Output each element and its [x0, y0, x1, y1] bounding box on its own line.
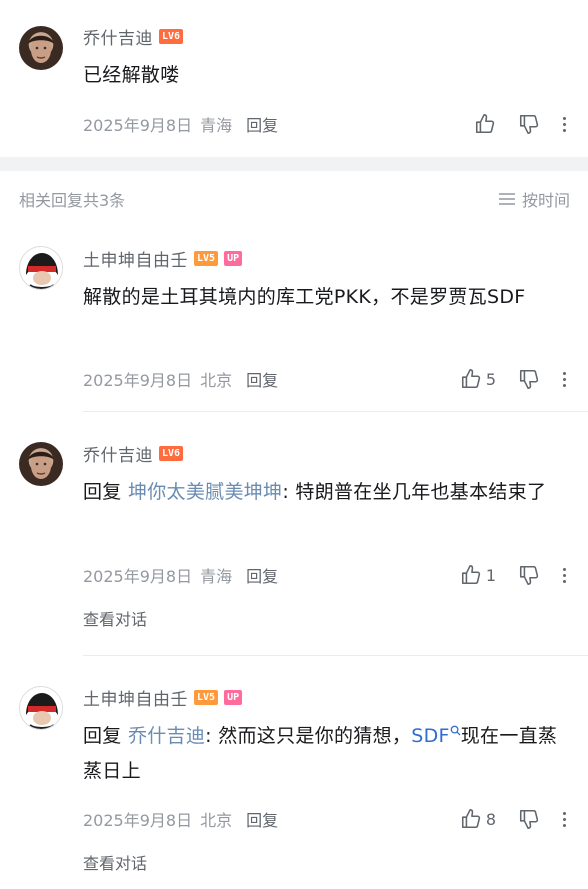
reply-text: 解散的是土耳其境内的库工党PKK，不是罗贾瓦SDF	[83, 286, 526, 308]
more-icon[interactable]	[554, 371, 574, 387]
mention-link[interactable]: 坤你太美腻美坤坤	[128, 481, 282, 503]
search-icon	[450, 725, 461, 736]
reply-actions: 5	[460, 367, 574, 391]
comment-actions	[474, 112, 574, 136]
username[interactable]: 乔什吉迪	[83, 24, 153, 49]
username[interactable]: 土申坤自由壬	[83, 246, 188, 271]
dislike-button[interactable]	[518, 808, 540, 830]
dislike-button[interactable]	[518, 368, 540, 390]
reply-text: 回复 坤你太美腻美坤坤: 特朗普在坐几年也基本结束了	[83, 475, 563, 510]
level-badge: LV5	[194, 689, 219, 705]
more-icon[interactable]	[554, 567, 574, 583]
reply-location: 北京	[200, 371, 233, 390]
reply-date: 2025年9月8日	[83, 371, 193, 390]
reply-actions: 8	[460, 807, 574, 831]
avatar[interactable]	[19, 26, 63, 70]
thumbs-down-icon	[518, 368, 540, 390]
dislike-button[interactable]	[518, 564, 540, 586]
reply-prefix: 回复	[83, 481, 122, 503]
avatar[interactable]	[19, 442, 63, 486]
thumbs-down-icon	[518, 113, 540, 135]
comment-meta: 2025年9月8日 青海 回复	[83, 113, 278, 135]
top-comment: 乔什吉迪 LV6 已经解散喽 2025年9月8日 青海 回复	[0, 0, 588, 157]
thumbs-up-icon	[460, 564, 482, 586]
reply-date: 2025年9月8日	[83, 811, 193, 830]
username[interactable]: 土申坤自由壬	[83, 685, 188, 710]
like-count: 5	[485, 369, 496, 389]
comment-date: 2025年9月8日	[83, 116, 193, 135]
reply-meta: 2025年9月8日 青海 回复	[83, 564, 278, 586]
thumbs-up-icon	[474, 113, 496, 135]
dislike-button[interactable]	[518, 113, 540, 135]
reply-button[interactable]: 回复	[246, 807, 278, 831]
thumbs-down-icon	[518, 808, 540, 830]
like-button[interactable]: 8	[460, 808, 496, 830]
up-badge: UP	[224, 250, 243, 266]
level-badge: LV6	[159, 445, 184, 461]
like-button[interactable]: 1	[460, 564, 496, 586]
comment-text: 已经解散喽	[83, 64, 180, 86]
reply-text: 回复 乔什吉迪: 然而这只是你的猜想，SDF 现在一直蒸蒸日上	[83, 719, 563, 789]
reply-button[interactable]: 回复	[246, 112, 278, 136]
level-badge: LV6	[159, 28, 184, 44]
reply-location: 青海	[200, 567, 233, 586]
replies-count: 相关回复共3条	[19, 191, 126, 210]
username-row: 土申坤自由壬 LV5 UP	[83, 685, 243, 710]
like-count: 1	[485, 565, 496, 585]
username-row: 乔什吉迪 LV6	[83, 441, 184, 466]
level-badge: LV5	[194, 250, 219, 266]
sort-label: 按时间	[521, 191, 570, 210]
search-link[interactable]: SDF	[411, 725, 461, 747]
more-icon[interactable]	[554, 116, 574, 132]
username-row: 乔什吉迪 LV6	[83, 24, 184, 49]
comment-location: 青海	[200, 116, 233, 135]
thumbs-up-icon	[460, 368, 482, 390]
more-icon[interactable]	[554, 811, 574, 827]
reply-meta: 2025年9月8日 北京 回复	[83, 368, 278, 390]
mention-link[interactable]: 乔什吉迪	[128, 725, 205, 747]
reply-button[interactable]: 回复	[246, 367, 278, 391]
up-badge: UP	[224, 689, 243, 705]
section-divider	[0, 157, 588, 171]
reply-date: 2025年9月8日	[83, 567, 193, 586]
thumbs-down-icon	[518, 564, 540, 586]
reply-location: 北京	[200, 811, 233, 830]
sort-icon	[498, 193, 515, 205]
like-button[interactable]: 5	[460, 368, 496, 390]
sort-button[interactable]: 按时间	[498, 187, 570, 211]
thumbs-up-icon	[460, 808, 482, 830]
reply-item: 乔什吉迪 LV6 回复 坤你太美腻美坤坤: 特朗普在坐几年也基本结束了 2025…	[0, 412, 588, 656]
avatar[interactable]	[19, 686, 63, 730]
search-link-text: SDF	[411, 725, 450, 747]
view-conversation-link[interactable]: 查看对话	[83, 850, 147, 874]
username-row: 土申坤自由壬 LV5 UP	[83, 246, 243, 271]
reply-actions: 1	[460, 563, 574, 587]
reply-item: 土申坤自由壬 LV5 UP 解散的是土耳其境内的库工党PKK，不是罗贾瓦SDF …	[0, 240, 588, 412]
reply-button[interactable]: 回复	[246, 563, 278, 587]
like-button[interactable]	[474, 113, 496, 135]
avatar[interactable]	[19, 246, 63, 290]
reply-item: 土申坤自由壬 LV5 UP 回复 乔什吉迪: 然而这只是你的猜想，SDF 现在一直…	[0, 656, 588, 889]
username[interactable]: 乔什吉迪	[83, 441, 153, 466]
reply-meta: 2025年9月8日 北京 回复	[83, 808, 278, 830]
reply-body: : 特朗普在坐几年也基本结束了	[282, 481, 547, 503]
reply-body-a: : 然而这只是你的猜想，	[205, 725, 412, 747]
view-conversation-link[interactable]: 查看对话	[83, 606, 147, 630]
like-count: 8	[485, 809, 496, 829]
reply-prefix: 回复	[83, 725, 122, 747]
